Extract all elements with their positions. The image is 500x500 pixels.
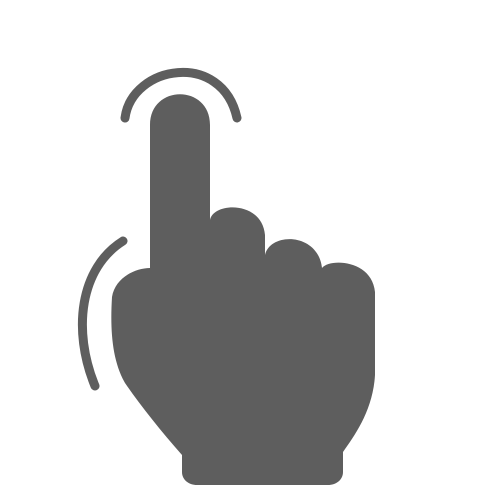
tap-gesture-icon bbox=[77, 67, 375, 485]
pointing-hand-icon bbox=[111, 94, 375, 485]
icon-canvas bbox=[0, 0, 500, 500]
